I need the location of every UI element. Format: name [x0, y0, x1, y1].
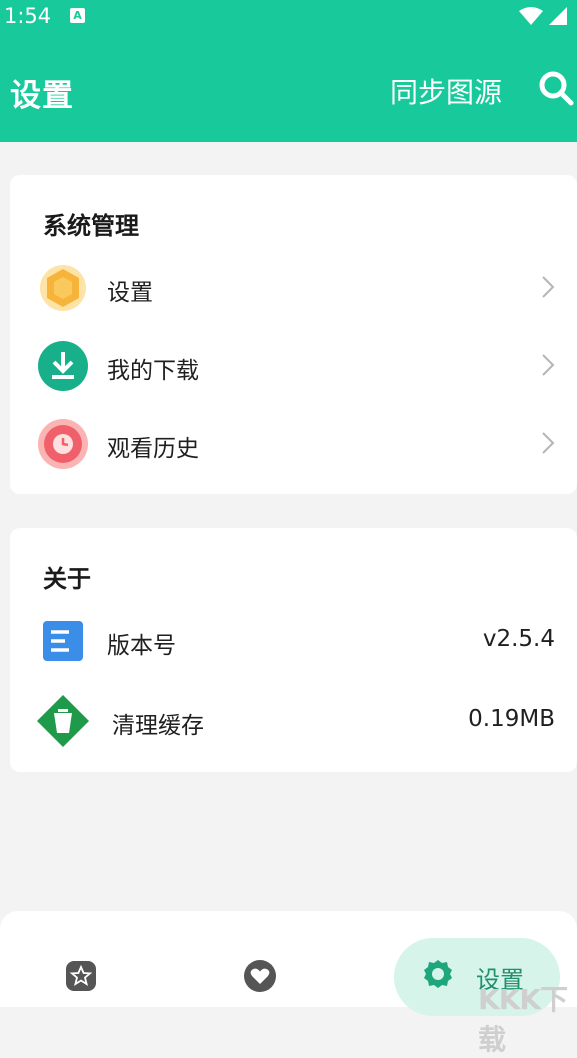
app-header: 1:54 A 设置 同步图源 — [0, 0, 577, 142]
version-row[interactable]: 版本号 v2.5.4 — [10, 608, 577, 672]
wifi-icon — [519, 7, 543, 25]
document-icon — [43, 621, 83, 661]
download-icon — [38, 341, 88, 391]
my-downloads-row[interactable]: 我的下载 — [10, 333, 577, 397]
chevron-right-icon — [542, 354, 555, 376]
watermark: KKK下载 — [478, 983, 568, 1056]
trash-cup-icon — [37, 695, 89, 747]
chevron-right-icon — [542, 276, 555, 298]
search-icon[interactable] — [538, 70, 574, 106]
clear-cache-row-label: 清理缓存 — [112, 713, 204, 739]
system-management-card: 系统管理 设置 我的下载 观看历史 — [10, 175, 577, 494]
watch-history-row[interactable]: 观看历史 — [10, 411, 577, 475]
settings-row-label: 设置 — [107, 280, 153, 306]
clear-cache-row[interactable]: 清理缓存 0.19MB — [10, 688, 577, 752]
sync-sources-button[interactable]: 同步图源 — [390, 71, 502, 111]
cache-size-value: 0.19MB — [468, 706, 555, 732]
my-downloads-row-label: 我的下载 — [107, 358, 199, 384]
clock-icon — [38, 419, 88, 469]
section-title-system: 系统管理 — [43, 212, 139, 240]
signal-icon — [549, 7, 567, 25]
page-title: 设置 — [10, 78, 74, 114]
watch-history-row-label: 观看历史 — [107, 436, 199, 462]
about-card: 关于 版本号 v2.5.4 清理缓存 0.19MB — [10, 528, 577, 772]
star-icon[interactable] — [64, 959, 98, 993]
status-time: 1:54 — [4, 4, 52, 28]
version-value: v2.5.4 — [482, 626, 555, 652]
gear-icon — [424, 960, 452, 988]
version-row-label: 版本号 — [107, 633, 176, 659]
status-icons — [519, 7, 567, 25]
chevron-right-icon — [542, 432, 555, 454]
section-title-about: 关于 — [43, 565, 91, 593]
settings-row[interactable]: 设置 — [10, 255, 577, 319]
heart-icon[interactable] — [242, 959, 278, 993]
notification-icon: A — [70, 8, 85, 23]
hexagon-icon — [40, 265, 86, 311]
